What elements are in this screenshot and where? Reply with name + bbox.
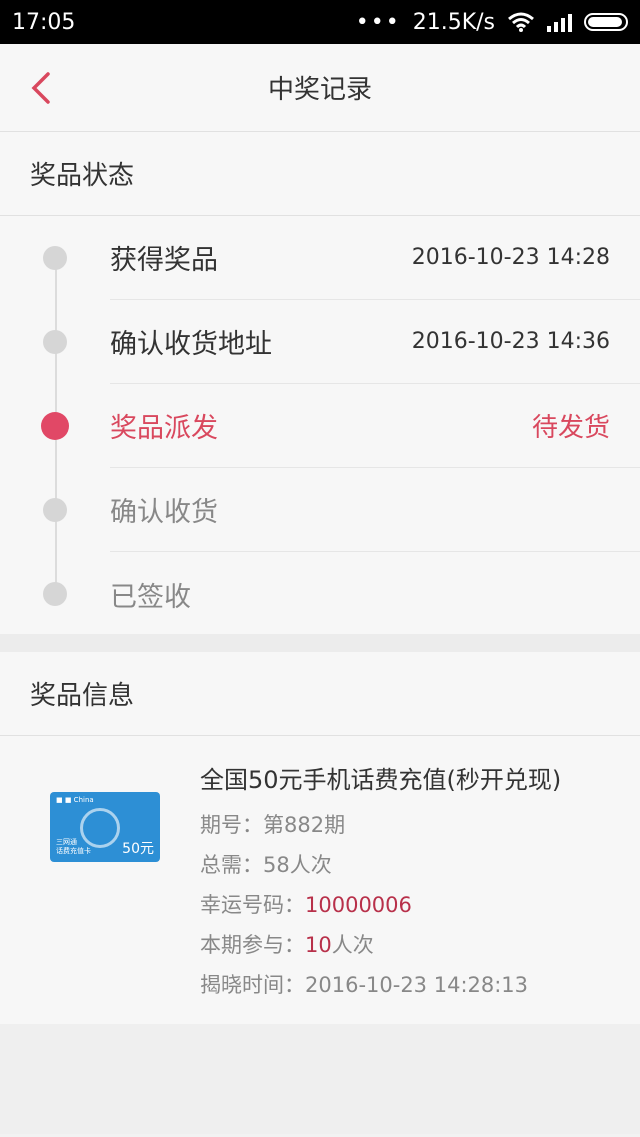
step-label: 奖品派发	[110, 413, 218, 444]
network-speed: 21.5K/s	[412, 9, 495, 35]
section-title-status: 奖品状态	[0, 132, 640, 216]
step-label: 获得奖品	[110, 245, 218, 276]
section-divider	[0, 634, 640, 652]
back-arrow-icon[interactable]	[24, 68, 64, 108]
wifi-icon	[508, 12, 534, 32]
empty-area	[0, 1024, 640, 1134]
card-amount: 50元	[122, 841, 154, 857]
lucky-number-line: 幸运号码：10000006	[200, 893, 412, 917]
timeline-step: 确认收货地址 2016-10-23 14:36	[0, 300, 640, 384]
section-title-info: 奖品信息	[0, 652, 640, 736]
prize-item[interactable]: ■ ■ China 三网通 话费充值卡 50元 全国50元手机话费充值(秒开兑现…	[0, 736, 640, 1024]
step-dot	[43, 582, 67, 606]
step-time: 2016-10-23 14:28	[411, 245, 610, 270]
timeline-step: 获得奖品 2016-10-23 14:28	[0, 216, 640, 300]
issue-line: 期号：第882期	[200, 813, 346, 837]
status-indicators: ••• 21.5K/s	[356, 10, 628, 35]
page-title: 中奖记录	[267, 75, 372, 105]
status-timeline: 获得奖品 2016-10-23 14:28 确认收货地址 2016-10-23 …	[0, 216, 640, 634]
status-bar: 17:05 ••• 21.5K/s	[0, 0, 640, 44]
step-dot	[43, 498, 67, 522]
signal-icon	[547, 12, 572, 32]
prize-details: 全国50元手机话费充值(秒开兑现) 期号：第882期 总需：58人次 幸运号码：…	[200, 760, 561, 1024]
step-status: 待发货	[531, 413, 610, 443]
battery-icon	[584, 13, 628, 31]
step-dot-active	[41, 412, 69, 440]
card-caption: 三网通 话费充值卡	[56, 838, 91, 855]
reveal-time-line: 揭晓时间：2016-10-23 14:28:13	[200, 973, 529, 997]
timeline-step-active: 奖品派发 待发货	[0, 384, 640, 468]
prize-status-section: 奖品状态 获得奖品 2016-10-23 14:28 确认收货地址 2016-1…	[0, 132, 640, 634]
step-label: 确认收货	[110, 497, 218, 528]
step-time: 2016-10-23 14:36	[411, 329, 610, 354]
prize-info-section: 奖品信息 ■ ■ China 三网通 话费充值卡 50元 全国50元手机话费充值…	[0, 652, 640, 1024]
total-line: 总需：58人次	[200, 853, 332, 877]
step-label: 已签收	[110, 581, 191, 613]
step-dot	[43, 246, 67, 270]
timeline-step: 已签收	[0, 552, 640, 636]
app-bar: 中奖记录	[0, 44, 640, 132]
status-time: 17:05	[12, 9, 76, 35]
prize-card-image: ■ ■ China 三网通 话费充值卡 50元	[50, 792, 160, 862]
timeline-step: 确认收货	[0, 468, 640, 552]
step-dot	[43, 330, 67, 354]
step-label: 确认收货地址	[110, 329, 272, 360]
card-carrier-logos: ■ ■ China	[56, 796, 94, 804]
more-dots-icon: •••	[355, 9, 401, 35]
participation-line: 本期参与：10人次	[200, 933, 374, 957]
prize-name: 全国50元手机话费充值(秒开兑现)	[200, 766, 562, 794]
